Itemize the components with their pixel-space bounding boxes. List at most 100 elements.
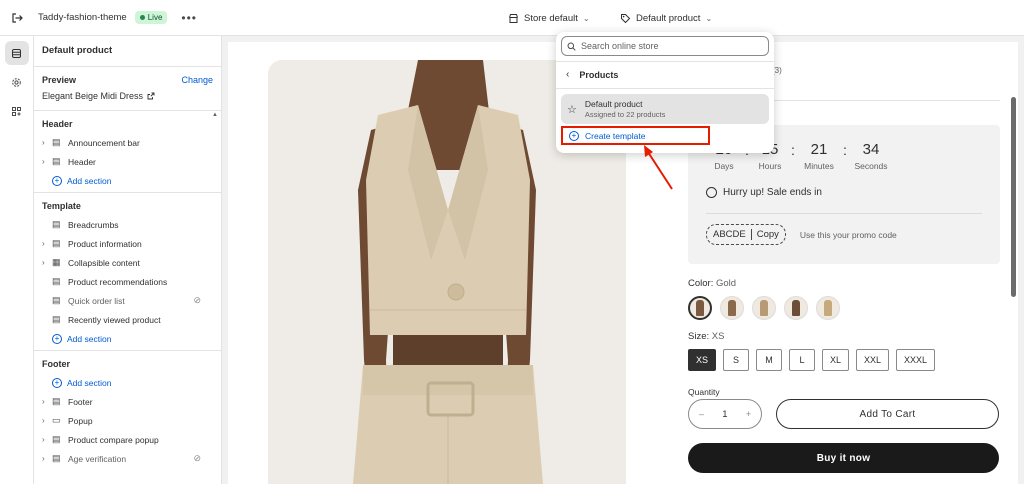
chevron-right-icon[interactable]: ›: [42, 138, 52, 147]
section-label: Recently viewed product: [68, 314, 161, 325]
color-swatch[interactable]: [752, 296, 776, 320]
promo-note: Use this your promo code: [799, 229, 897, 240]
create-template-label: Create template: [585, 130, 646, 141]
quantity-value[interactable]: 1: [722, 409, 727, 420]
divider: [556, 88, 774, 89]
size-xxl[interactable]: XXL: [856, 349, 890, 371]
sidebar-title: Default product: [42, 45, 113, 56]
chevron-right-icon[interactable]: ›: [42, 239, 52, 248]
section-quick-order-list[interactable]: ▤ Quick order list ⊘: [42, 291, 213, 310]
sections-icon[interactable]: [4, 41, 29, 65]
section-label: Footer: [68, 396, 93, 407]
more-actions-button[interactable]: •••: [181, 11, 197, 25]
search-input[interactable]: [581, 41, 761, 51]
chevron-left-icon[interactable]: ‹: [566, 69, 569, 80]
template-add-section-button[interactable]: + Add section: [42, 329, 213, 348]
eye-off-icon[interactable]: ⊘: [193, 295, 201, 306]
quantity-stepper[interactable]: – 1 +: [688, 399, 762, 429]
section-icon: ▤: [52, 137, 61, 147]
section-product-compare-popup[interactable]: › ▤ Product compare popup: [42, 430, 213, 449]
live-badge: Live: [134, 11, 168, 24]
swatch-thumbnail: [824, 300, 832, 316]
tag-icon: [621, 13, 631, 23]
size-s[interactable]: S: [723, 349, 750, 371]
footer-add-section-button[interactable]: + Add section: [42, 373, 213, 392]
section-icon: ▤: [52, 156, 61, 166]
chevron-right-icon[interactable]: ›: [42, 397, 52, 406]
color-swatch[interactable]: [784, 296, 808, 320]
color-swatch[interactable]: [816, 296, 840, 320]
section-breadcrumbs[interactable]: ▤ Breadcrumbs: [42, 215, 213, 234]
option-name: Size:: [688, 331, 710, 342]
section-header[interactable]: › ▤ Header: [42, 152, 213, 171]
header-group: Header › ▤ Announcement bar › ▤ Header +…: [34, 111, 221, 192]
store-selector[interactable]: Store default ⌄: [508, 0, 590, 36]
countdown-label: Hours: [758, 161, 782, 171]
header-add-section-button[interactable]: + Add section: [42, 171, 213, 190]
eye-off-icon[interactable]: ⊘: [193, 453, 201, 464]
section-label: Product recommendations: [68, 276, 168, 287]
apps-icon[interactable]: [5, 99, 29, 123]
section-label: Collapsible content: [68, 257, 140, 268]
store-icon: [509, 13, 518, 23]
minus-button[interactable]: –: [699, 409, 704, 419]
quantity-label: Quantity: [688, 387, 720, 397]
template-selector[interactable]: Default product ⌄: [620, 0, 712, 36]
preview-heading: Preview: [42, 75, 77, 85]
plus-button[interactable]: +: [746, 409, 751, 419]
scroll-up-icon[interactable]: ▲: [212, 112, 218, 118]
section-product-information[interactable]: › ▤ Product information: [42, 234, 213, 253]
template-dropdown: ‹ Products ☆ Default product Assigned to…: [556, 32, 774, 153]
chevron-right-icon[interactable]: ›: [42, 416, 52, 425]
section-product-recommendations[interactable]: ▤ Product recommendations: [42, 272, 213, 291]
section-label: Breadcrumbs: [68, 219, 119, 230]
section-popup[interactable]: › ▭ Popup: [42, 411, 213, 430]
plus-circle-icon: +: [569, 130, 579, 141]
section-collapsible-content[interactable]: › ▦ Collapsible content: [42, 253, 213, 272]
section-label: Header: [68, 156, 96, 167]
icon-rail: [0, 36, 34, 484]
buy-now-button[interactable]: Buy it now: [688, 443, 999, 473]
countdown-value: 34: [862, 141, 880, 158]
section-recently-viewed-product[interactable]: ▤ Recently viewed product: [42, 310, 213, 329]
chevron-down-icon: ⌄: [582, 13, 590, 23]
back-to-products[interactable]: ‹ Products: [566, 69, 618, 80]
template-option-default-product[interactable]: ☆ Default product Assigned to 22 product…: [561, 94, 769, 124]
chevron-right-icon[interactable]: ›: [42, 454, 52, 463]
change-preview-link[interactable]: Change: [181, 75, 213, 85]
preview-product[interactable]: Elegant Beige Midi Dress: [42, 91, 213, 101]
size-l[interactable]: L: [789, 349, 816, 371]
chevron-right-icon[interactable]: ›: [42, 258, 52, 267]
section-label: Product compare popup: [68, 434, 159, 445]
size-m[interactable]: M: [756, 349, 783, 371]
copy-button[interactable]: Copy: [757, 229, 779, 240]
section-age-verification[interactable]: › ▤ Age verification ⊘: [42, 449, 213, 468]
divider: [750, 229, 752, 240]
size-xl[interactable]: XL: [822, 349, 850, 371]
color-swatch[interactable]: [688, 296, 712, 320]
color-swatch[interactable]: [720, 296, 744, 320]
preview-scrollbar[interactable]: [1011, 97, 1016, 297]
countdown-label: Seconds: [854, 161, 888, 171]
exit-icon[interactable]: [0, 0, 34, 36]
section-label: Quick order list: [68, 295, 125, 306]
section-announcement-bar[interactable]: › ▤ Announcement bar: [42, 133, 213, 152]
size-xs[interactable]: XS: [688, 349, 717, 371]
gear-icon[interactable]: [5, 70, 29, 94]
create-template-button[interactable]: + Create template: [561, 126, 710, 145]
back-label: Products: [579, 69, 619, 80]
option-name: Color:: [688, 278, 714, 289]
chevron-right-icon[interactable]: ›: [42, 435, 52, 444]
search-box[interactable]: [561, 36, 769, 56]
promo-code-box[interactable]: ABCDE Copy: [706, 224, 786, 245]
section-footer[interactable]: › ▤ Footer: [42, 392, 213, 411]
size-option-label: Size: XS: [688, 331, 724, 342]
promo-row: ABCDE Copy Use this your promo code: [706, 224, 897, 245]
add-to-cart-button[interactable]: Add To Cart: [776, 399, 999, 429]
option-value: Gold: [715, 278, 737, 289]
size-xxxl[interactable]: XXXL: [896, 349, 936, 371]
section-label: Product information: [68, 238, 142, 249]
chevron-down-icon: ⌄: [705, 13, 713, 23]
countdown-minutes: 21 Minutes: [798, 141, 840, 171]
chevron-right-icon[interactable]: ›: [42, 157, 52, 166]
